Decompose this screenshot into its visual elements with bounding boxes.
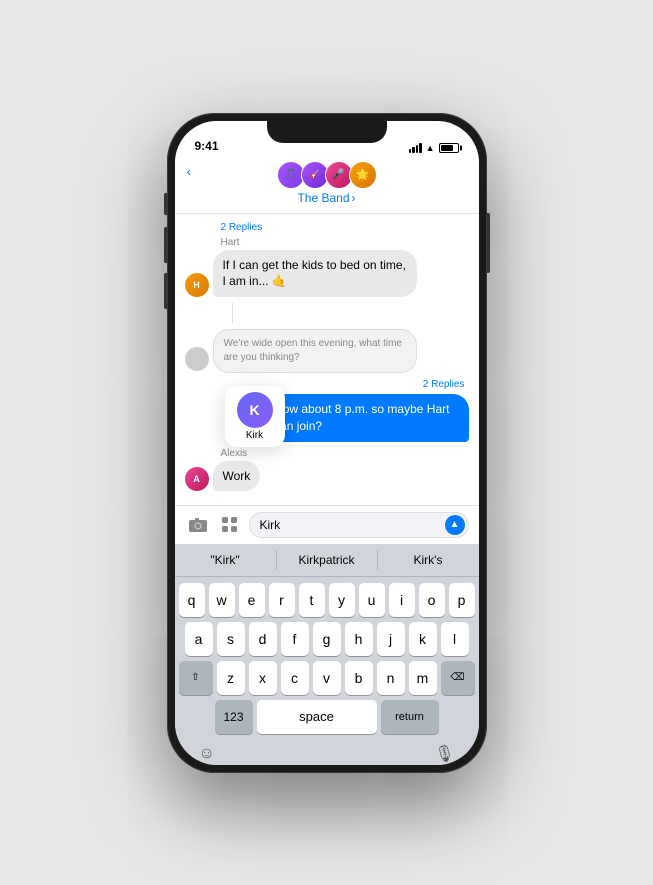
key-h[interactable]: h <box>345 622 373 656</box>
signal-icon <box>409 143 422 153</box>
key-f[interactable]: f <box>281 622 309 656</box>
key-y[interactable]: y <box>329 583 355 617</box>
message-row-4: A Work <box>185 461 469 492</box>
status-time: 9:41 <box>195 139 219 153</box>
apps-button[interactable] <box>217 512 243 538</box>
key-a[interactable]: a <box>185 622 213 656</box>
message-input-wrapper: Kirk ▲ <box>249 512 469 538</box>
delete-key[interactable]: ⌫ <box>441 661 475 695</box>
key-w[interactable]: w <box>209 583 235 617</box>
key-u[interactable]: u <box>359 583 385 617</box>
replies-label-3[interactable]: 2 Replies <box>185 379 465 390</box>
message-row-2: We're wide open this evening, what time … <box>185 329 469 373</box>
key-n[interactable]: n <box>377 661 405 695</box>
mention-popup[interactable]: K Kirk <box>225 386 285 447</box>
power-button <box>487 213 490 273</box>
key-t[interactable]: t <box>299 583 325 617</box>
thread-1: 2 Replies Hart H If I can get the kids t… <box>185 222 469 298</box>
key-v[interactable]: v <box>313 661 341 695</box>
key-b[interactable]: b <box>345 661 373 695</box>
mute-button <box>164 193 167 215</box>
bubble-2: We're wide open this evening, what time … <box>213 329 417 373</box>
autocomplete-item-3[interactable]: Kirk's <box>378 553 479 567</box>
key-r[interactable]: r <box>269 583 295 617</box>
conversation-header: ‹ 🎵 🎸 🎤 🌟 The Band › <box>175 157 479 214</box>
key-i[interactable]: i <box>389 583 415 617</box>
sender-name-1: Hart <box>221 237 469 248</box>
thread-4: Alexis A Work <box>185 448 469 492</box>
notch <box>267 121 387 143</box>
key-p[interactable]: p <box>449 583 475 617</box>
avatar-alexis: A <box>185 467 209 491</box>
send-icon: ▲ <box>450 519 460 530</box>
key-j[interactable]: j <box>377 622 405 656</box>
keyboard-row-1: q w e r t y u i o p <box>179 583 475 617</box>
back-button[interactable]: ‹ <box>187 163 192 179</box>
status-icons: ▲ <box>409 143 459 153</box>
phone-frame: 9:41 ▲ ‹ 🎵 🎸 🎤 🌟 <box>167 113 487 773</box>
input-bar: Kirk ▲ <box>175 505 479 544</box>
thread-spacer <box>232 303 233 323</box>
autocomplete-item-1[interactable]: "Kirk" <box>175 553 276 567</box>
mic-icon[interactable]: 🎙 <box>434 744 454 764</box>
volume-up-button <box>164 227 167 263</box>
sender-name-4: Alexis <box>221 448 469 459</box>
bubble-3: How about 8 p.m. so maybe Hart can join? <box>264 394 468 442</box>
group-avatars: 🎵 🎸 🎤 🌟 <box>277 161 377 189</box>
camera-button[interactable] <box>185 512 211 538</box>
emoji-icon[interactable]: ☺ <box>199 745 215 763</box>
key-x[interactable]: x <box>249 661 277 695</box>
key-e[interactable]: e <box>239 583 265 617</box>
group-name[interactable]: The Band › <box>297 191 355 205</box>
volume-down-button <box>164 273 167 309</box>
return-key[interactable]: return <box>381 700 439 734</box>
avatar-ghost <box>185 347 209 371</box>
space-key[interactable]: space <box>257 700 377 734</box>
keyboard: q w e r t y u i o p a s d f g h j k <box>175 577 479 743</box>
key-d[interactable]: d <box>249 622 277 656</box>
key-s[interactable]: s <box>217 622 245 656</box>
keyboard-row-4: 123 space return <box>179 700 475 734</box>
avatar-hart: H <box>185 273 209 297</box>
mention-name: Kirk <box>246 430 263 441</box>
key-m[interactable]: m <box>409 661 437 695</box>
wifi-icon: ▲ <box>426 143 435 153</box>
phone-screen: 9:41 ▲ ‹ 🎵 🎸 🎤 🌟 <box>175 121 479 765</box>
autocomplete-item-2[interactable]: Kirkpatrick <box>276 553 377 567</box>
keyboard-row-2: a s d f g h j k l <box>179 622 475 656</box>
key-l[interactable]: l <box>441 622 469 656</box>
bubble-1: If I can get the kids to bed on time, I … <box>213 250 417 298</box>
messages-area: 2 Replies Hart H If I can get the kids t… <box>175 214 479 505</box>
send-button[interactable]: ▲ <box>445 515 465 535</box>
message-row-1: H If I can get the kids to bed on time, … <box>185 250 469 298</box>
message-input[interactable]: Kirk <box>249 512 469 538</box>
mention-avatar: K <box>237 392 273 428</box>
key-q[interactable]: q <box>179 583 205 617</box>
num-key[interactable]: 123 <box>215 700 253 734</box>
battery-icon <box>439 143 459 153</box>
avatar-4: 🌟 <box>349 161 377 189</box>
keyboard-row-3: ⇧ z x c v b n m ⌫ <box>179 661 475 695</box>
replies-label-1[interactable]: 2 Replies <box>221 222 469 233</box>
bubble-4: Work <box>213 461 261 492</box>
key-o[interactable]: o <box>419 583 445 617</box>
key-z[interactable]: z <box>217 661 245 695</box>
key-g[interactable]: g <box>313 622 341 656</box>
bottom-bar: ☺ 🎙 <box>175 743 479 765</box>
shift-key[interactable]: ⇧ <box>179 661 213 695</box>
key-c[interactable]: c <box>281 661 309 695</box>
autocomplete-bar: "Kirk" Kirkpatrick Kirk's <box>175 544 479 577</box>
key-k[interactable]: k <box>409 622 437 656</box>
